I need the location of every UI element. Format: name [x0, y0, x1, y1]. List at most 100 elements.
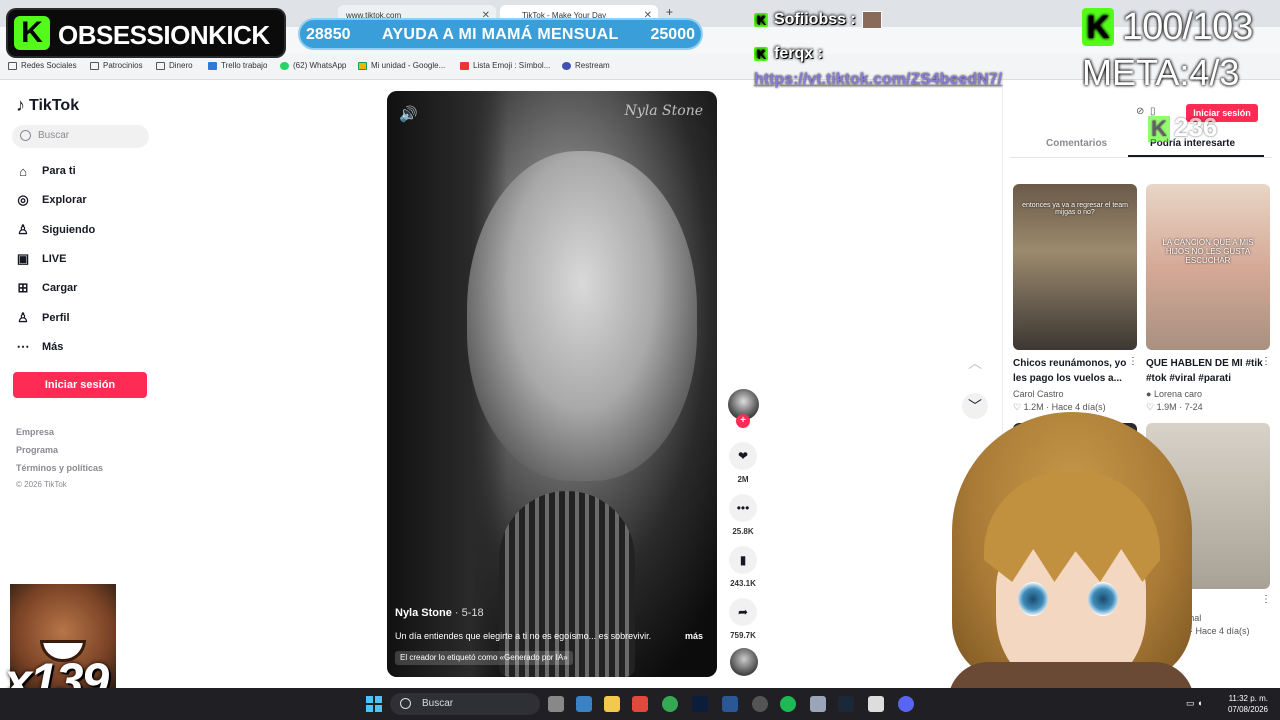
chat-user: Sofiiobss :	[774, 11, 856, 28]
heart-icon[interactable]: ❤	[729, 442, 757, 470]
nav-item-explorar[interactable]: ◎ Explorar	[16, 190, 146, 210]
like-action[interactable]: ❤ 2M	[729, 442, 757, 484]
taskbar-clock[interactable]: 11:32 p. m. 07/08/2026	[1220, 693, 1268, 715]
windows-start-icon[interactable]	[366, 696, 382, 712]
nav-item-siguiendo[interactable]: ♙ Siguiendo	[16, 220, 146, 240]
nav-item-para-ti[interactable]: ⌂ Para ti	[16, 161, 146, 181]
share-icon[interactable]: ➦	[729, 598, 757, 626]
new-tab-icon[interactable]: +	[666, 5, 673, 19]
chevron-up-icon[interactable]: ︿	[964, 353, 986, 375]
footer-link-empresa[interactable]: Empresa	[16, 427, 54, 437]
steam-icon[interactable]	[838, 696, 854, 712]
vtube-icon[interactable]	[810, 696, 826, 712]
bookmark-label: Patrocinios	[103, 61, 143, 70]
upload-icon: ⊞	[17, 280, 29, 295]
card-author[interactable]: ● Lorena caro	[1146, 389, 1202, 399]
spotify-icon[interactable]	[780, 696, 796, 712]
donation-goal-bar: 28850 AYUDA A MI MAMÁ MENSUAL 25000	[298, 18, 703, 50]
ai-generated-tag: El creador lo etiquetó como «Generado po…	[395, 651, 573, 665]
k-count: 236	[1174, 112, 1218, 142]
thumbnail-caption: entonces ya va a regresar el team mijgas…	[1022, 202, 1128, 216]
tab-comments[interactable]: Comentarios	[1046, 138, 1107, 149]
active-tab-indicator	[1128, 155, 1264, 157]
coin-icon[interactable]: ⊘	[1136, 106, 1144, 117]
video-thumbnail[interactable]: entonces ya va a regresar el team mijgas…	[1013, 184, 1137, 350]
app-icon[interactable]	[868, 696, 884, 712]
trello-icon	[208, 61, 217, 70]
bookmark-icon[interactable]: ▮	[729, 546, 757, 574]
share-action[interactable]: ➦ 759.7K	[729, 598, 757, 640]
bookmark-label: Redes Sociales	[21, 61, 77, 70]
video-author[interactable]: Nyla Stone · 5-18	[395, 607, 484, 619]
video-player[interactable]: 🔊 Nyla Stone Nyla Stone · 5-18 Un día en…	[387, 91, 717, 677]
card-author[interactable]: Carol Castro	[1013, 389, 1064, 399]
more-options-icon[interactable]: ⋮	[1128, 356, 1138, 367]
bookmark-item[interactable]: Restream	[562, 61, 610, 70]
more-options-icon[interactable]: ⋮	[1261, 356, 1271, 367]
bookmark-item[interactable]: Dinero	[156, 61, 193, 70]
vtuber-avatar	[948, 412, 1194, 702]
kick-logo-icon: K	[14, 16, 50, 50]
windows-taskbar: Buscar ▭ ◖ 11:32 p. m. 07/08/2026	[0, 688, 1280, 720]
settings-icon[interactable]	[576, 696, 592, 712]
nav-item-live[interactable]: ▣ LIVE	[16, 249, 146, 269]
search-icon	[20, 130, 31, 141]
video-signature: Nyla Stone	[624, 103, 703, 119]
nav-item-perfil[interactable]: ♙ Perfil	[16, 308, 146, 328]
bookmark-item[interactable]: (62) WhatsApp	[280, 61, 346, 70]
tiktok-logo[interactable]: ♪ TikTok	[16, 95, 79, 116]
nav-item-mas[interactable]: ⋯ Más	[16, 337, 146, 357]
author-name: Lorena caro	[1153, 389, 1202, 399]
bookmark-label: (62) WhatsApp	[293, 61, 347, 70]
chat-emote-icon	[861, 11, 882, 29]
video-frame-face	[467, 151, 697, 481]
follower-counter: K 100/103	[1082, 4, 1278, 50]
bookmark-item[interactable]: Redes Sociales	[8, 61, 77, 70]
copyright: © 2026 TikTok	[16, 480, 67, 489]
bookmark-item[interactable]: Lista Emoji : Símbol...	[460, 61, 550, 70]
discord-icon[interactable]	[898, 696, 914, 712]
chrome-icon[interactable]	[662, 696, 678, 712]
counter-value: 100/103	[1122, 6, 1253, 48]
task-view-icon[interactable]	[548, 696, 564, 712]
save-action[interactable]: ▮ 243.1K	[729, 546, 757, 588]
thumbnail-caption: LA CANCION QUE A MIS HIJOS NO LES GUSTA …	[1162, 238, 1254, 265]
volume-icon[interactable]: 🔊	[399, 105, 418, 123]
video-frame-microphone	[499, 491, 635, 677]
obs-icon[interactable]	[752, 696, 768, 712]
goal-target: 25000	[650, 26, 696, 43]
comment-count: 25.8K	[732, 527, 754, 536]
search-input[interactable]: Buscar	[12, 125, 149, 148]
bookmark-item[interactable]: Patrocinios	[90, 61, 143, 70]
more-link[interactable]: más	[685, 631, 703, 641]
goal-current: 28850	[306, 26, 351, 43]
comment-action[interactable]: ••• 25.8K	[729, 494, 757, 536]
avatar-eye	[1018, 582, 1048, 616]
tiktok-note-icon: ♪	[16, 95, 25, 115]
footer-link-programa[interactable]: Programa	[16, 445, 58, 455]
photoshop-icon[interactable]	[692, 696, 708, 712]
login-button[interactable]: Iniciar sesión	[13, 372, 147, 398]
system-tray[interactable]: ▭ ◖	[1186, 698, 1202, 709]
video-thumbnail[interactable]: LA CANCION QUE A MIS HIJOS NO LES GUSTA …	[1146, 184, 1270, 350]
taskbar-search[interactable]: Buscar	[390, 693, 540, 715]
bookmark-label: Mi unidad - Google...	[371, 61, 446, 70]
bookmark-item[interactable]: Trello trabajo	[208, 61, 267, 70]
card-title[interactable]: Chicos reunámonos, yo les pago los vuelo…	[1013, 356, 1131, 386]
vegas-icon[interactable]	[722, 696, 738, 712]
chat-link[interactable]: https://vt.tiktok.com/ZS4beedN7/	[754, 71, 1002, 89]
taskbar-search-label: Buscar	[422, 698, 454, 709]
app-icon[interactable]	[632, 696, 648, 712]
music-disc-avatar[interactable]	[730, 648, 758, 676]
author-name: Nyla Stone	[395, 607, 452, 619]
heart-outline-icon: ♡	[1013, 402, 1022, 412]
follow-plus-icon[interactable]: +	[736, 414, 750, 428]
footer-link-terminos[interactable]: Términos y políticas	[16, 463, 103, 473]
more-options-icon[interactable]: ⋮	[1261, 594, 1271, 605]
comment-icon[interactable]: •••	[729, 494, 757, 522]
card-title[interactable]: QUE HABLEN DE MI #tik #tok #viral #parat…	[1146, 356, 1264, 386]
drive-icon	[358, 61, 367, 70]
file-explorer-icon[interactable]	[604, 696, 620, 712]
nav-item-cargar[interactable]: ⊞ Cargar	[16, 278, 146, 298]
bookmark-item[interactable]: Mi unidad - Google...	[358, 61, 445, 70]
